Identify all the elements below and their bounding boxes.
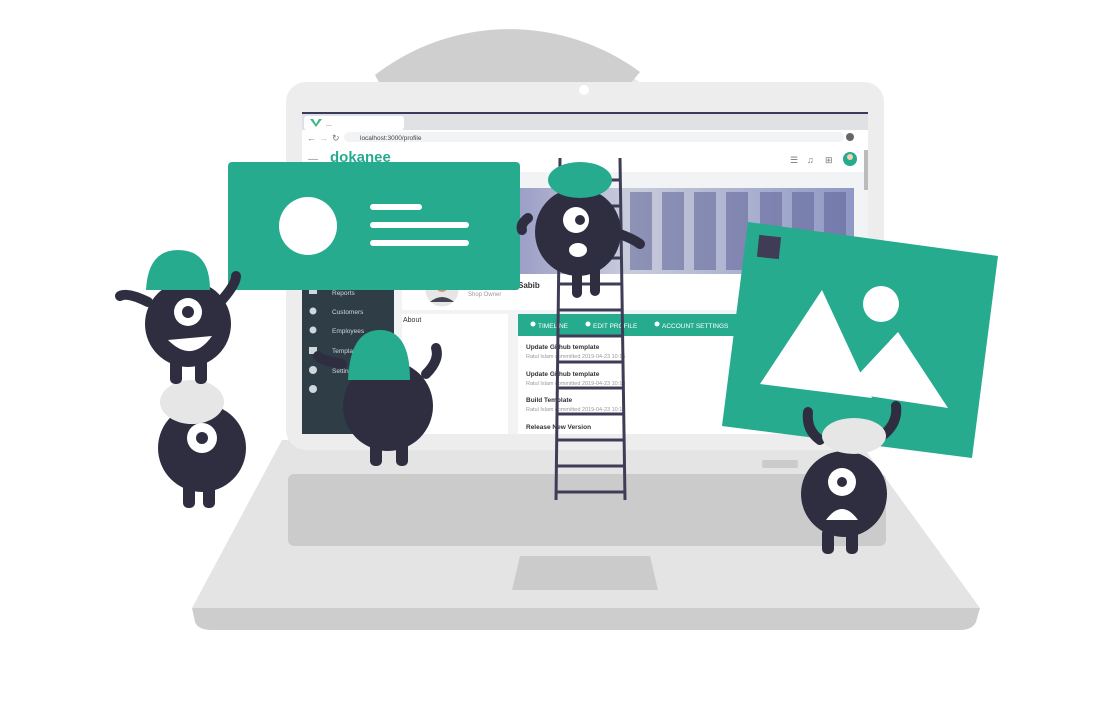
monster-left-top [115, 250, 241, 384]
laptop-keyboard-area [288, 474, 886, 546]
laptop-hinge-tab [762, 460, 798, 468]
image-corner-square [756, 234, 782, 260]
tab-account-settings[interactable]: ACCOUNT SETTINGS [654, 321, 729, 331]
messages-icon[interactable]: ☰ [790, 155, 798, 165]
laptop-touchpad [512, 556, 658, 590]
grid-icon[interactable]: ⊞ [825, 155, 833, 165]
timeline-meta: Ratul Islam committed 2019-04-23 10:15 [526, 407, 625, 413]
compass-icon [309, 385, 317, 393]
profile-role: Shop Owner [468, 292, 501, 298]
url-text: localhost:3000/profile [360, 135, 422, 142]
sidebar-item-label: Reports [332, 290, 356, 297]
tab-edit-profile[interactable]: EDIT PROFILE [585, 321, 638, 331]
about-label: About [403, 317, 421, 324]
monster-left-bottom [158, 380, 246, 508]
sidebar-item-label: Employees [332, 328, 365, 335]
tab-label: TIMELINE [538, 323, 569, 330]
timeline-title: Update Github template [526, 371, 600, 378]
tab-label: EDIT PROFILE [593, 323, 638, 330]
timeline-meta: Ratul Islam committed 2019-04-23 10:15 [526, 381, 625, 387]
gear-icon [309, 366, 317, 374]
reload-icon[interactable]: ↻ [332, 133, 340, 143]
account-icon[interactable] [846, 133, 854, 141]
timeline-title: Release New Version [526, 424, 591, 431]
forward-icon[interactable]: → [319, 133, 328, 143]
browser-tab-title: ... [326, 121, 332, 128]
sidebar-item-compass[interactable] [309, 385, 317, 393]
scrollbar[interactable] [864, 150, 868, 190]
profile-card-graphic [228, 162, 520, 290]
bell-icon[interactable]: ♫ [807, 155, 814, 165]
illustration: ... ← → ↻ localhost:3000/profile — dokan… [115, 29, 998, 630]
tab-label: ACCOUNT SETTINGS [662, 323, 729, 330]
user-cog-icon [654, 321, 660, 327]
users-icon [309, 326, 317, 334]
timeline-title: Update Github template [526, 344, 600, 351]
back-icon[interactable]: ← [307, 133, 316, 143]
profile-avatar-placeholder-icon [279, 197, 337, 255]
timeline-title: Build Template [526, 397, 572, 404]
users-icon [309, 307, 317, 315]
user-icon [530, 321, 536, 327]
user-edit-icon [585, 321, 591, 327]
profile-name: Sabib [518, 281, 540, 290]
webcam [579, 85, 589, 95]
timeline-meta: Ratul Islam committed 2019-04-23 10:15 [526, 354, 625, 360]
sidebar-item-label: Customers [332, 309, 364, 316]
